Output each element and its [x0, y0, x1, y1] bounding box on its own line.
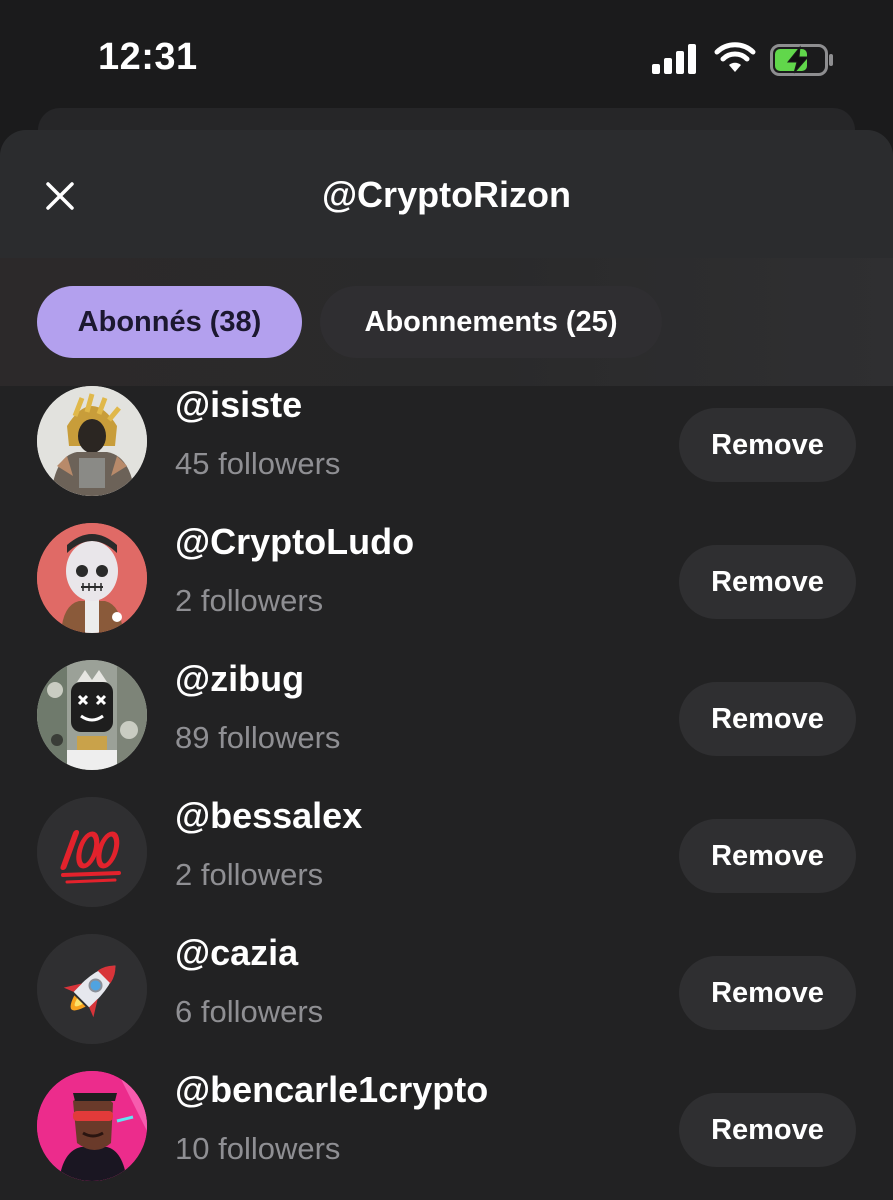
- tab-following[interactable]: Abonnements (25): [320, 286, 662, 358]
- list-item: @CryptoLudo 2 followers Remove: [0, 511, 893, 648]
- remove-button[interactable]: Remove: [679, 545, 856, 619]
- status-time: 12:31: [98, 36, 198, 78]
- remove-button[interactable]: Remove: [679, 956, 856, 1030]
- username[interactable]: @bencarle1crypto: [175, 1069, 488, 1111]
- tab-followers[interactable]: Abonnés (38): [37, 286, 302, 358]
- follower-count: 2 followers: [175, 857, 324, 892]
- sheet-header: @CryptoRizon: [0, 130, 893, 258]
- followers-list: @isiste 45 followers Remove @CryptoLudo …: [0, 386, 893, 1200]
- hundred-emoji-avatar[interactable]: [37, 797, 147, 907]
- followers-sheet: @CryptoRizon Abonnés (38) Abonnements (2…: [0, 130, 893, 1200]
- battery-charging-icon: [770, 44, 833, 76]
- sheet-title: @CryptoRizon: [321, 174, 572, 215]
- list-item: @bencarle1crypto 10 followers Remove: [0, 1059, 893, 1196]
- follower-count: 6 followers: [175, 994, 324, 1029]
- wifi-icon: [714, 42, 756, 72]
- signal-icon: [652, 44, 696, 74]
- skull-boy-avatar[interactable]: [37, 523, 147, 633]
- follower-count: 45 followers: [175, 446, 341, 481]
- list-item: @zibug 89 followers Remove: [0, 648, 893, 785]
- remove-button[interactable]: Remove: [679, 408, 856, 482]
- screen: 12:31 @CryptoRizon Abonnés (38) Abonneme…: [0, 0, 893, 1200]
- cyberpunk-avatar[interactable]: [37, 1071, 147, 1181]
- list-item: @cazia 6 followers Remove: [0, 922, 893, 1059]
- username[interactable]: @CryptoLudo: [175, 521, 414, 563]
- username[interactable]: @isiste: [175, 386, 302, 426]
- remove-button[interactable]: Remove: [679, 1093, 856, 1167]
- follower-count: 10 followers: [175, 1131, 341, 1166]
- username[interactable]: @zibug: [175, 658, 304, 700]
- remove-button[interactable]: Remove: [679, 682, 856, 756]
- follower-count: 89 followers: [175, 720, 341, 755]
- rocket-emoji-avatar[interactable]: [37, 934, 147, 1044]
- tabs-bar: Abonnés (38) Abonnements (25): [0, 258, 893, 386]
- xx-face-avatar[interactable]: [37, 660, 147, 770]
- follower-count: 2 followers: [175, 583, 324, 618]
- list-item: @isiste 45 followers Remove: [0, 386, 893, 511]
- username[interactable]: @cazia: [175, 932, 298, 974]
- status-bar: 12:31: [0, 0, 893, 120]
- warrior-avatar[interactable]: [37, 386, 147, 496]
- username[interactable]: @bessalex: [175, 795, 362, 837]
- list-item: @bessalex 2 followers Remove: [0, 785, 893, 922]
- remove-button[interactable]: Remove: [679, 819, 856, 893]
